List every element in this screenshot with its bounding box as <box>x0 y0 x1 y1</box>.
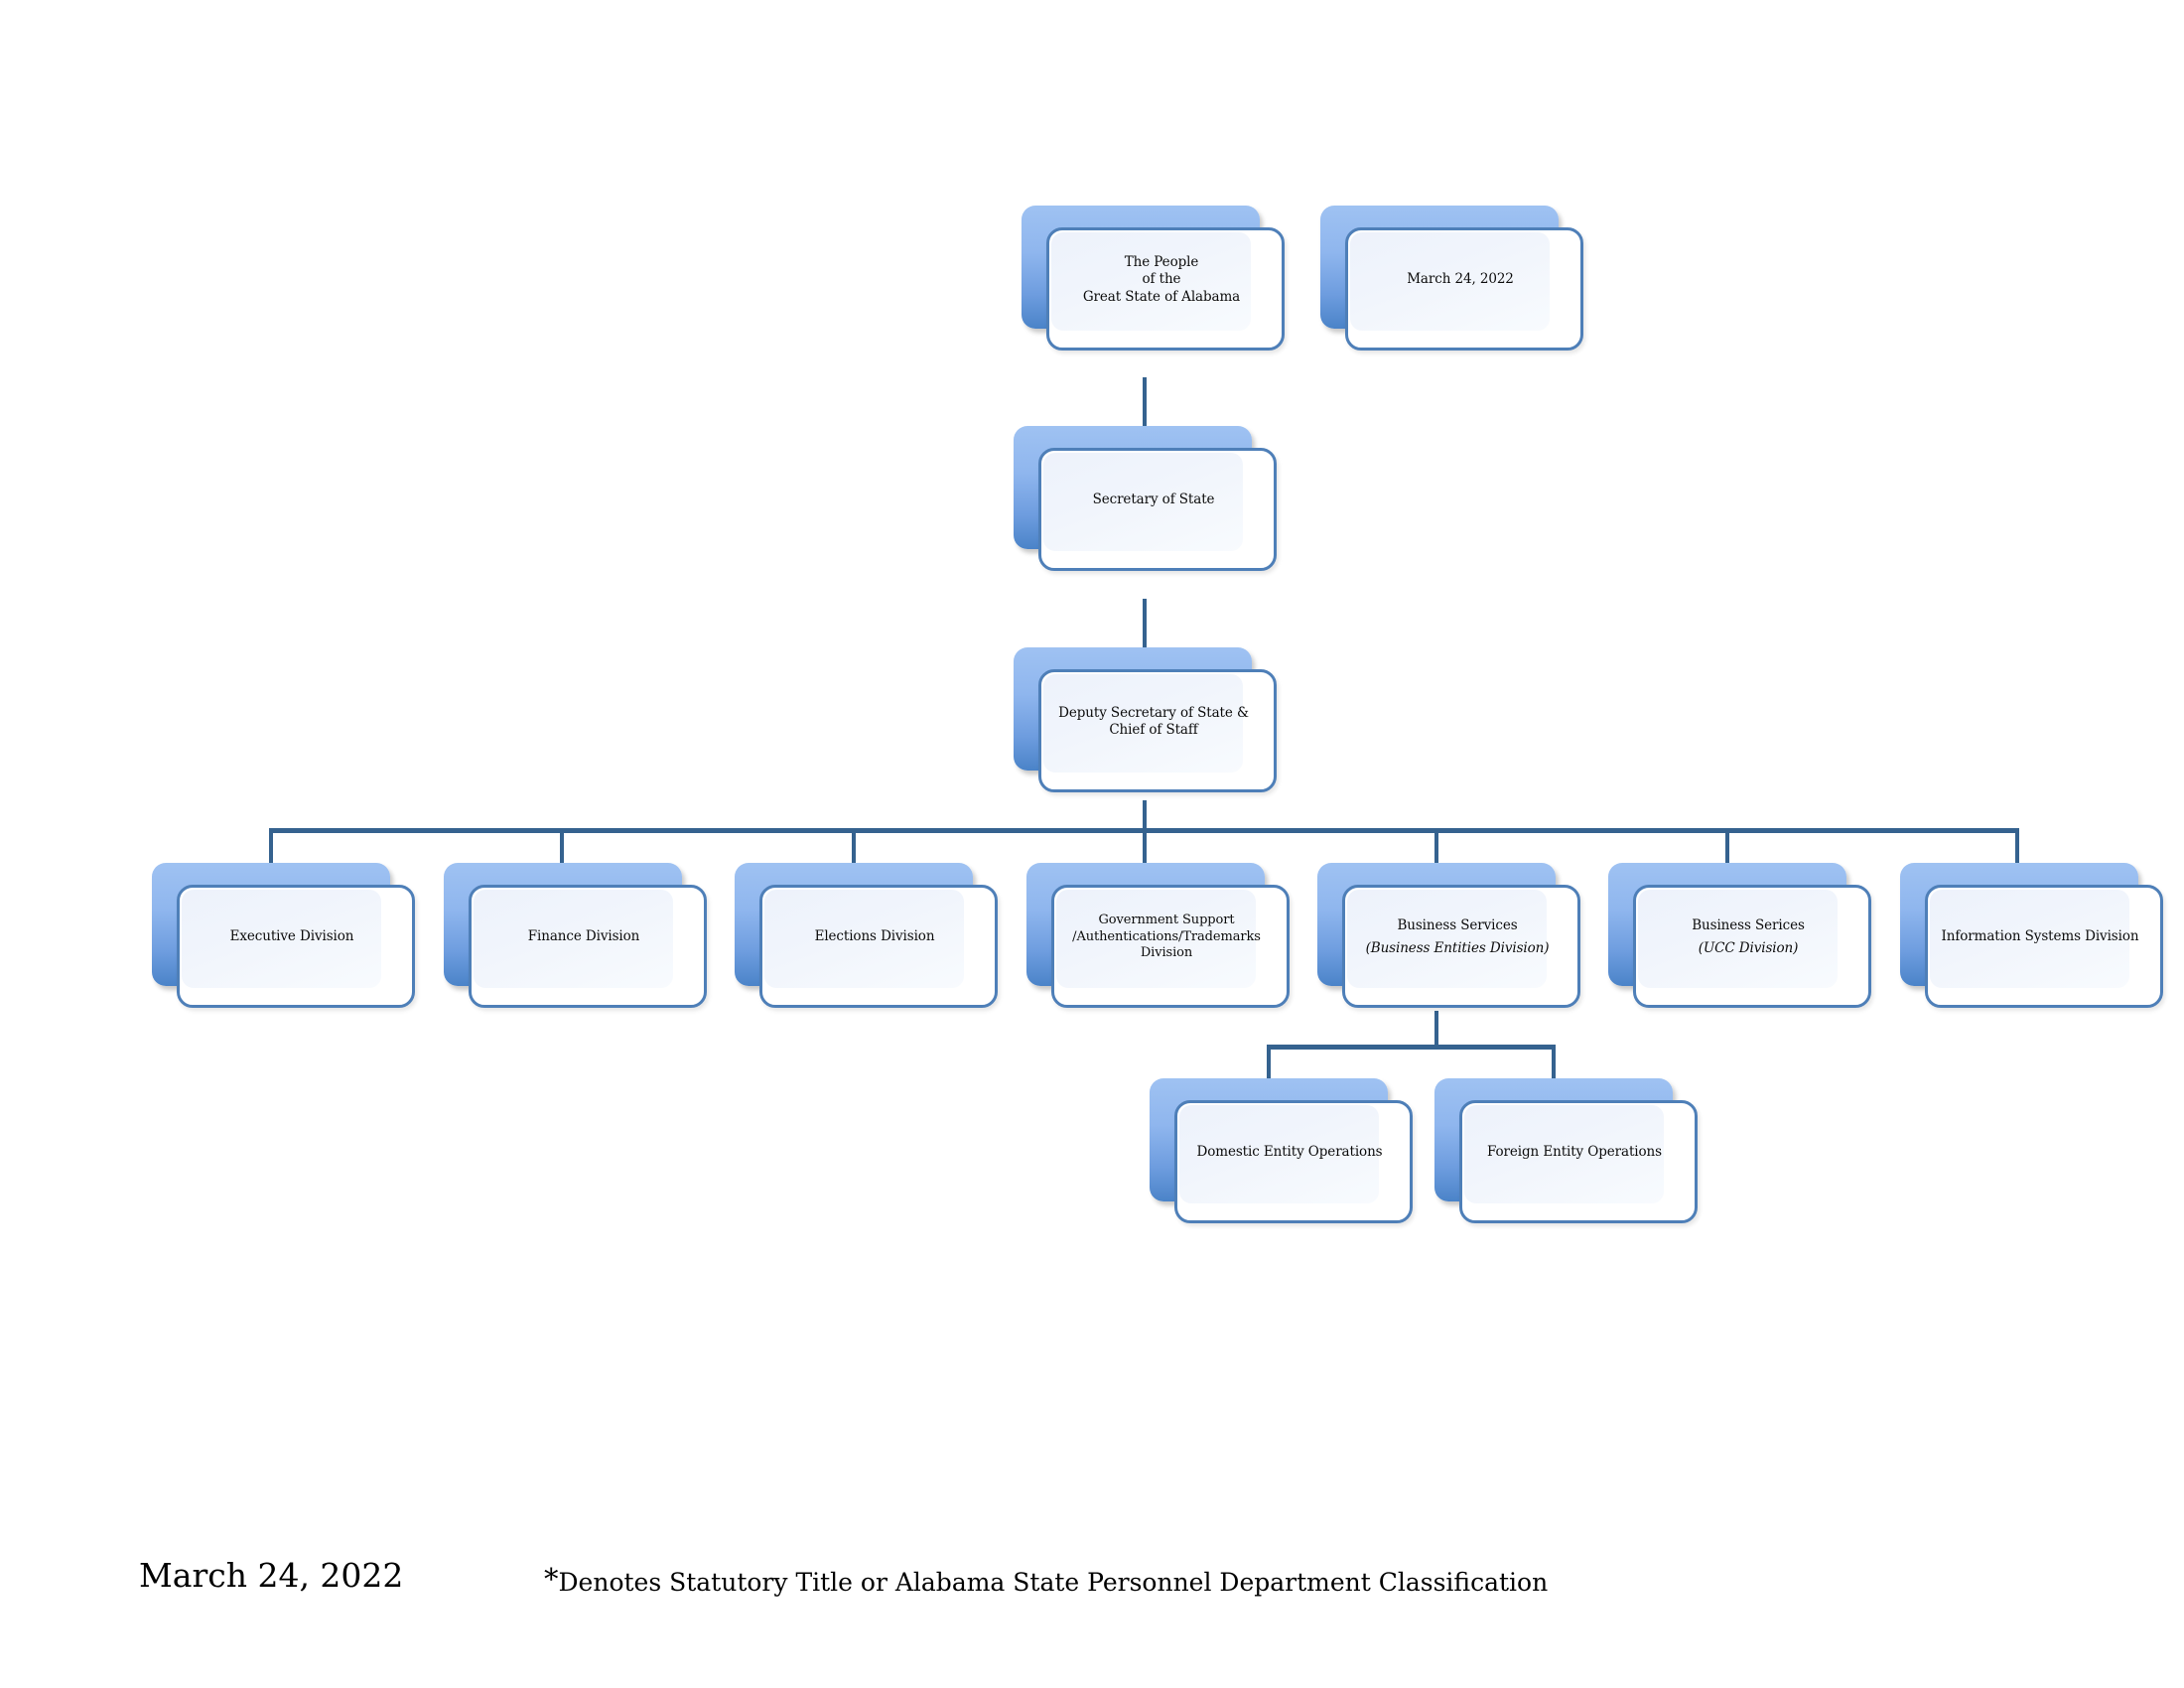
node-label-line-1: Deputy Secretary of State & <box>1058 704 1249 721</box>
node-label-line-1: March 24, 2022 <box>1407 271 1514 288</box>
node-label-line-1: Information Systems Division <box>1941 928 2139 945</box>
node-label-line-1: Executive Division <box>229 928 354 945</box>
connector-business-to-subbus <box>1434 1011 1438 1049</box>
node-label: Business Serices (UCC Division) <box>1629 876 1867 999</box>
drop-domestic <box>1267 1045 1271 1082</box>
drop-finance <box>560 828 564 868</box>
drop-executive <box>269 828 273 868</box>
node-label-line-1: Business Serices <box>1692 917 1805 934</box>
drop-business-ucc <box>1725 828 1729 868</box>
node-label: Domestic Entity Operations <box>1170 1091 1409 1214</box>
node-label: Information Systems Division <box>1921 876 2159 999</box>
node-label: The People of the Great State of Alabama <box>1042 218 1281 342</box>
node-label: Deputy Secretary of State & Chief of Sta… <box>1034 660 1273 783</box>
drop-infosystems <box>2015 828 2019 868</box>
drop-govsupport <box>1143 828 1147 868</box>
node-label-line-1: Domestic Entity Operations <box>1196 1144 1383 1161</box>
node-label-line-1: Secretary of State <box>1092 492 1215 508</box>
footer-legend-text: Denotes Statutory Title or Alabama State… <box>558 1568 1549 1597</box>
asterisk-icon: * <box>544 1562 559 1596</box>
node-label-line-2: (Business Entities Division) <box>1365 939 1550 956</box>
footer-legend: *Denotes Statutory Title or Alabama Stat… <box>544 1562 1548 1597</box>
node-label-line-1: Foreign Entity Operations <box>1487 1144 1662 1161</box>
connector-secretary-to-deputy <box>1143 599 1147 653</box>
node-label: Business Services (Business Entities Div… <box>1338 876 1576 999</box>
node-label: March 24, 2022 <box>1341 218 1579 342</box>
drop-business-entities <box>1434 828 1438 868</box>
drop-foreign <box>1552 1045 1556 1082</box>
node-label: Elections Division <box>755 876 994 999</box>
node-label-line-1: Finance Division <box>527 928 640 945</box>
node-label-line-2: Chief of Staff <box>1109 722 1198 738</box>
node-label-line-2: of the <box>1142 271 1181 288</box>
node-label-line-1: Business Services <box>1397 917 1518 934</box>
node-label-line-2: (UCC Division) <box>1698 939 1799 956</box>
node-label: Finance Division <box>465 876 703 999</box>
node-label-line-1: The People <box>1124 254 1199 271</box>
node-label-line-3: Great State of Alabama <box>1082 288 1241 305</box>
footer-date: March 24, 2022 <box>139 1556 404 1595</box>
node-label-line-1: Government Support /Authentications/Trad… <box>1072 913 1261 961</box>
connector-people-to-secretary <box>1143 377 1147 427</box>
org-chart: The People of the Great State of Alabama… <box>0 0 2184 1688</box>
node-label: Secretary of State <box>1034 439 1273 562</box>
node-label: Foreign Entity Operations <box>1455 1091 1694 1214</box>
drop-elections <box>852 828 856 868</box>
node-label: Executive Division <box>173 876 411 999</box>
entity-operations-bus <box>1267 1045 1556 1050</box>
node-label: Government Support /Authentications/Trad… <box>1047 876 1286 999</box>
node-label-line-1: Elections Division <box>814 928 935 945</box>
